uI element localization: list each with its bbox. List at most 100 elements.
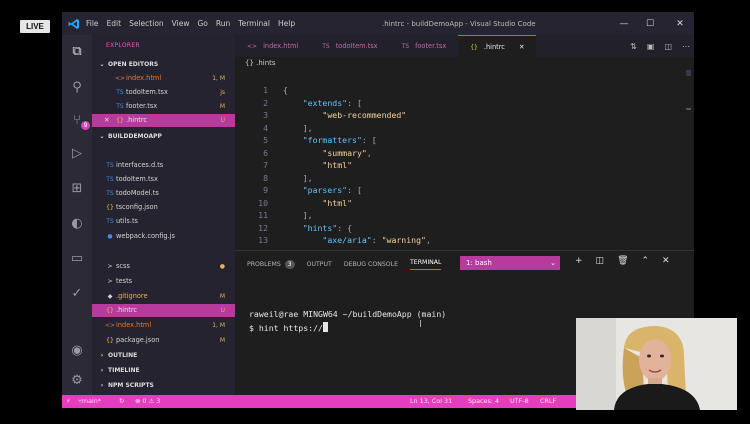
menu-selection[interactable]: Selection xyxy=(129,19,164,28)
more-actions-icon[interactable]: ⋯ xyxy=(682,42,690,51)
explorer-title: EXPLORER xyxy=(106,42,140,49)
file-tree-item[interactable]: TS todoModel.ts xyxy=(92,187,235,200)
compare-icon[interactable]: ⇅ xyxy=(630,42,637,51)
file-status: ● xyxy=(219,263,225,270)
panel-tab-output[interactable]: OUTPUT xyxy=(307,259,332,270)
code-line[interactable]: "parsers": [ xyxy=(283,185,362,195)
outline-header[interactable]: › OUTLINE xyxy=(96,349,239,362)
open-editors-header[interactable]: ⌄ OPEN EDITORS xyxy=(96,58,239,71)
explorer-icon[interactable]: ⧉ xyxy=(67,41,87,61)
edge-icon[interactable]: ◐ xyxy=(67,213,87,233)
account-icon[interactable]: ◉ xyxy=(67,340,87,360)
code-line[interactable]: "html" xyxy=(283,160,352,170)
code-line[interactable]: "hints": { xyxy=(283,223,352,233)
menu-run[interactable]: Run xyxy=(216,19,230,28)
menu-go[interactable]: Go xyxy=(197,19,207,28)
close-window-icon[interactable]: ✕ xyxy=(666,12,694,35)
code-line[interactable]: ], xyxy=(283,123,313,133)
check-icon[interactable]: ✓ xyxy=(67,283,87,303)
close-tab-icon[interactable]: ✕ xyxy=(519,43,525,51)
panel-tab-problems[interactable]: PROBLEMS 3 xyxy=(247,259,295,270)
line-ending[interactable]: CRLF xyxy=(540,395,556,408)
breadcrumb[interactable]: {} .hints xyxy=(245,59,276,67)
search-icon[interactable]: ⚲ xyxy=(67,77,87,97)
file-type-icon: {} xyxy=(106,337,114,344)
file-tree-item[interactable]: <>index.html 1, M xyxy=(92,319,235,332)
menu-help[interactable]: Help xyxy=(278,19,295,28)
menu-view[interactable]: View xyxy=(172,19,190,28)
code-line[interactable]: { xyxy=(283,85,288,95)
close-icon[interactable]: ✕ xyxy=(104,114,114,127)
tab-hintrc[interactable]: {} .hintrc ✕ xyxy=(458,35,537,58)
sync-icon[interactable]: ↻ xyxy=(119,395,124,408)
code-line[interactable]: ], xyxy=(283,173,313,183)
file-status: M xyxy=(219,103,225,110)
cursor-position[interactable]: Ln 13, Col 31 xyxy=(410,395,452,408)
tab-todoItem-tsx[interactable]: TS todoItem.tsx xyxy=(310,35,389,57)
code-line[interactable]: "extends": [ xyxy=(283,98,362,108)
open-editor-item[interactable]: ✕{} .hintrc U xyxy=(92,114,235,127)
menu-terminal[interactable]: Terminal xyxy=(238,19,270,28)
file-tree-item[interactable]: ● webpack.config.js xyxy=(92,230,235,243)
file-tree-item[interactable]: {} package.json M xyxy=(92,334,235,347)
terminal-input-line[interactable]: $ hint https:// xyxy=(249,322,328,333)
file-name: .gitignore xyxy=(116,292,148,300)
chevron-right-icon: › xyxy=(100,367,104,374)
minimize-icon[interactable]: — xyxy=(610,12,638,35)
new-terminal-icon[interactable]: + xyxy=(575,256,583,266)
terminal-select[interactable]: 1: bash ⌄ xyxy=(460,256,560,270)
source-control-icon[interactable]: ⑂ 9 xyxy=(67,110,90,130)
open-editor-item[interactable]: <>index.html 1, M xyxy=(92,72,235,85)
remote-icon[interactable]: ⚡ xyxy=(66,395,71,408)
gear-icon[interactable]: ⚙ xyxy=(67,370,87,390)
file-tree-item[interactable]: TS interfaces.d.ts xyxy=(92,159,235,172)
split-terminal-icon[interactable]: ◫ xyxy=(596,256,605,266)
encoding[interactable]: UTF-8 xyxy=(510,395,529,408)
open-editor-item[interactable]: TS footer.tsx M xyxy=(92,100,235,113)
indentation[interactable]: Spaces: 4 xyxy=(468,395,499,408)
file-tree-item[interactable]: {} .hintrc U xyxy=(92,304,235,317)
preview-icon[interactable]: ▣ xyxy=(647,42,655,51)
code-line[interactable]: "formatters": [ xyxy=(283,135,377,145)
code-token: "hints" xyxy=(283,222,338,233)
code-line[interactable]: "html" xyxy=(283,198,352,208)
npm-scripts-header[interactable]: › NPM SCRIPTS xyxy=(96,379,239,392)
code-line[interactable]: ], xyxy=(283,210,313,220)
line-number: 1 xyxy=(263,85,268,95)
terminal-prompt-line: raweil@rae MINGW64 ~/buildDemoApp (main) xyxy=(249,309,447,319)
code-line[interactable]: "summary", xyxy=(283,147,372,158)
tab-footer-tsx[interactable]: TS footer.tsx xyxy=(390,35,459,57)
menu-edit[interactable]: Edit xyxy=(107,19,122,28)
file-tree-item[interactable]: > tests xyxy=(92,275,235,288)
timeline-header[interactable]: › TIMELINE xyxy=(96,364,239,377)
code-token: , xyxy=(366,147,372,158)
code-editor[interactable]: 1{2 "extends": [3 "web-recommended" 4 ], 5… xyxy=(235,70,694,258)
project-header[interactable]: ⌄ BUILDDEMOAPP xyxy=(96,130,239,143)
panel-tab-debug-console[interactable]: DEBUG CONSOLE xyxy=(344,259,398,270)
chevron-down-icon: ⌄ xyxy=(99,133,105,140)
file-type-icon: {} xyxy=(470,43,478,51)
panel-tab-terminal[interactable]: TERMINAL xyxy=(410,259,442,270)
code-line[interactable]: "axe/aria": "warning", xyxy=(283,235,430,245)
tab-index-html[interactable]: <> index.html xyxy=(235,35,310,57)
remote-explorer-icon[interactable]: ▭ xyxy=(67,248,87,268)
trash-icon[interactable]: 🗑 xyxy=(617,256,628,266)
maximize-icon[interactable]: ☐ xyxy=(636,12,664,35)
extensions-icon[interactable]: ⊞ xyxy=(67,178,87,198)
run-debug-icon[interactable]: ▷ xyxy=(67,143,87,163)
file-tree-item[interactable]: TS todoItem.tsx xyxy=(92,173,235,186)
problems-indicator[interactable]: ⊗ 0 ⚠ 3 xyxy=(135,395,160,408)
file-tree-item[interactable]: > scss ● xyxy=(92,260,235,273)
file-type-icon: {} xyxy=(106,307,114,314)
branch-indicator[interactable]: ⑂ main* xyxy=(78,395,101,408)
file-tree-item[interactable]: {} tsconfig.json xyxy=(92,201,235,214)
split-editor-icon[interactable]: ◫ xyxy=(664,42,672,51)
maximize-panel-icon[interactable]: ⌃ xyxy=(642,256,650,266)
code-line[interactable]: "web-recommended" xyxy=(283,110,406,120)
text-cursor-icon: Ⅰ xyxy=(419,319,422,330)
open-editor-item[interactable]: TS todoItem.tsx js xyxy=(92,86,235,99)
file-tree-item[interactable]: TS utils.ts xyxy=(92,215,235,228)
menu-file[interactable]: File xyxy=(86,19,99,28)
file-tree-item[interactable]: ◆ .gitignore M xyxy=(92,290,235,303)
close-panel-icon[interactable]: ✕ xyxy=(662,256,670,266)
